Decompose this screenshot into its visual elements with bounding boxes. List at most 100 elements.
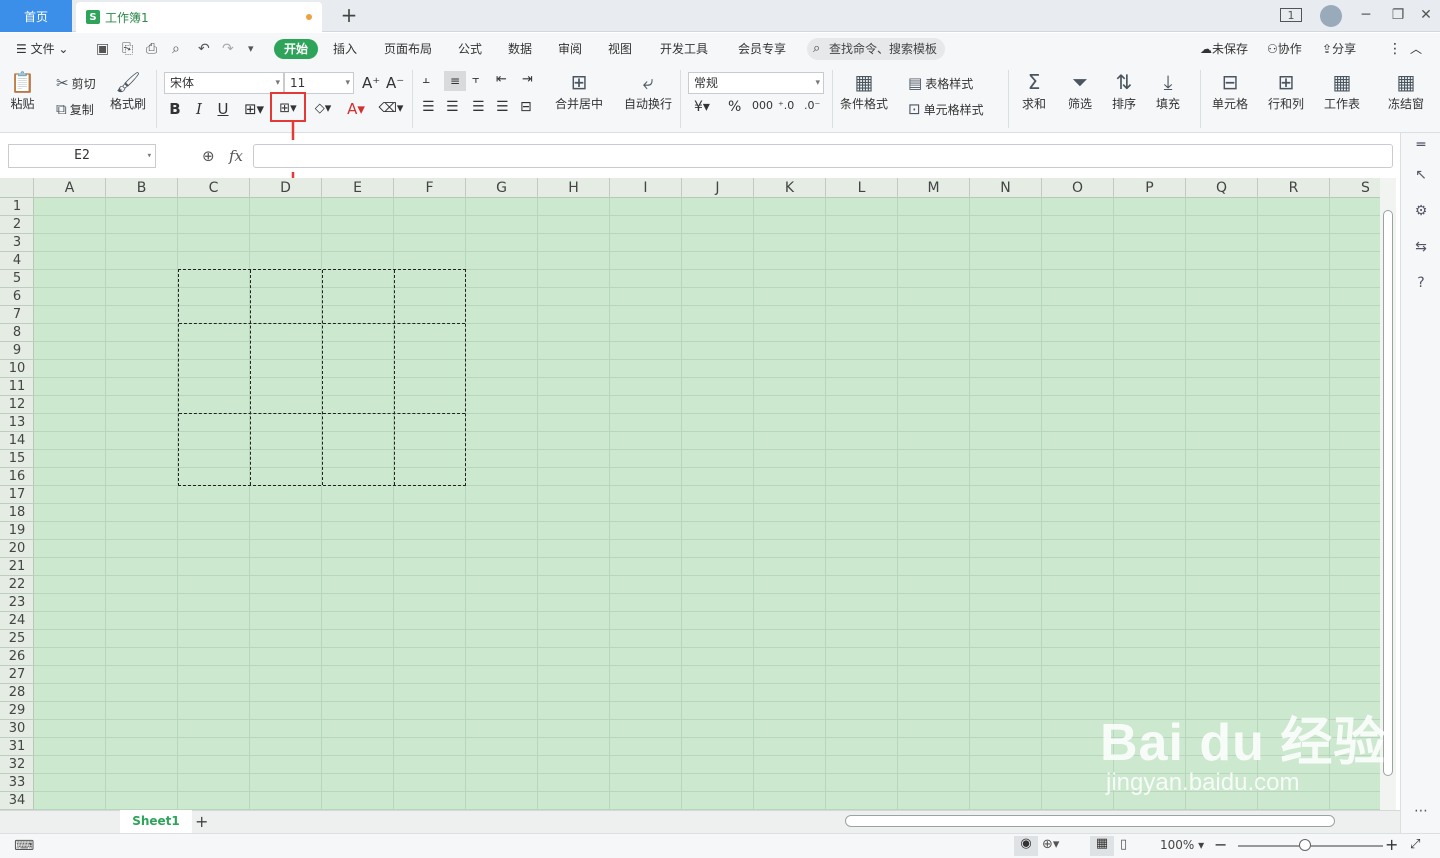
row-header[interactable]: 5: [0, 270, 34, 288]
decrease-indent-icon[interactable]: ⇤: [496, 72, 507, 87]
wrap-text-button[interactable]: ⤶ 自动换行: [624, 69, 672, 112]
column-header[interactable]: D: [250, 178, 322, 198]
clear-format-icon[interactable]: ⌫▾: [376, 98, 406, 120]
tab-insert[interactable]: 插入: [333, 39, 357, 59]
zoom-formula-icon[interactable]: ⊕: [202, 147, 215, 165]
row-header[interactable]: 30: [0, 720, 34, 738]
row-header[interactable]: 4: [0, 252, 34, 270]
column-header[interactable]: E: [322, 178, 394, 198]
print-preview-icon[interactable]: ⌕: [172, 39, 180, 59]
row-header[interactable]: 13: [0, 414, 34, 432]
justify-icon[interactable]: ☰: [496, 99, 509, 115]
row-header[interactable]: 15: [0, 450, 34, 468]
fill-button[interactable]: ⤓ 填充: [1156, 69, 1180, 112]
panel-toggle-icon[interactable]: ═: [1411, 137, 1431, 157]
column-header[interactable]: G: [466, 178, 538, 198]
column-header[interactable]: L: [826, 178, 898, 198]
minimize-icon[interactable]: ─: [1356, 4, 1376, 26]
column-header[interactable]: I: [610, 178, 682, 198]
row-header[interactable]: 12: [0, 396, 34, 414]
avatar[interactable]: [1320, 5, 1342, 27]
tab-review[interactable]: 审阅: [558, 39, 582, 59]
collapse-ribbon-icon[interactable]: ︿: [1410, 39, 1422, 59]
row-header[interactable]: 8: [0, 324, 34, 342]
sort-button[interactable]: ⇅ 排序: [1112, 69, 1136, 112]
tab-data[interactable]: 数据: [508, 39, 532, 59]
align-middle-icon[interactable]: ≡: [444, 71, 466, 91]
column-header[interactable]: Q: [1186, 178, 1258, 198]
font-name-select[interactable]: 宋体: [164, 72, 284, 94]
italic-icon[interactable]: I: [188, 98, 210, 120]
new-tab-button[interactable]: +: [338, 5, 360, 27]
zoom-level[interactable]: 100% ▾: [1160, 838, 1204, 852]
row-header[interactable]: 26: [0, 648, 34, 666]
redo-icon[interactable]: ↷: [222, 39, 234, 59]
more-icon[interactable]: ⋯: [1411, 803, 1431, 823]
share-button[interactable]: ⇪分享: [1322, 39, 1356, 59]
layout-icon[interactable]: ⊕▾: [1042, 837, 1059, 852]
zoom-out-icon[interactable]: −: [1214, 835, 1227, 854]
fullscreen-icon[interactable]: ⤢: [1410, 837, 1420, 852]
file-menu[interactable]: ☰ 文件 ⌄: [16, 39, 68, 59]
align-right-icon[interactable]: ☰: [472, 99, 485, 115]
row-col-button[interactable]: ⊞ 行和列: [1268, 69, 1304, 112]
zoom-in-icon[interactable]: +: [1385, 835, 1398, 854]
row-header[interactable]: 1: [0, 198, 34, 216]
align-top-icon[interactable]: ⫠: [422, 72, 430, 87]
row-header[interactable]: 16: [0, 468, 34, 486]
align-center-icon[interactable]: ☰: [446, 99, 459, 115]
conditional-format-button[interactable]: ▦ 条件格式: [840, 69, 888, 112]
column-header[interactable]: A: [34, 178, 106, 198]
formula-input[interactable]: [253, 144, 1393, 168]
bordered-table[interactable]: [178, 269, 466, 486]
column-header[interactable]: O: [1042, 178, 1114, 198]
row-header[interactable]: 2: [0, 216, 34, 234]
column-header[interactable]: B: [106, 178, 178, 198]
align-left-icon[interactable]: ☰: [422, 99, 435, 115]
sum-button[interactable]: Σ 求和: [1022, 69, 1046, 112]
tab-formula[interactable]: 公式: [458, 39, 482, 59]
tab-workbook[interactable]: S 工作簿1: [76, 2, 322, 32]
table-style-button[interactable]: ▤ 表格样式: [908, 74, 973, 92]
worksheet-button[interactable]: ▦ 工作表: [1324, 69, 1360, 112]
increase-indent-icon[interactable]: ⇥: [522, 72, 533, 87]
tab-home[interactable]: 首页: [0, 0, 72, 32]
copy-button[interactable]: ⧉ 复制: [56, 100, 94, 118]
eye-protection-icon[interactable]: ◉: [1014, 836, 1038, 856]
page-indicator[interactable]: 1: [1280, 8, 1302, 22]
more-options-icon[interactable]: ⋮: [1388, 39, 1402, 59]
save-icon[interactable]: ▣: [96, 39, 109, 59]
row-header[interactable]: 20: [0, 540, 34, 558]
row-header[interactable]: 24: [0, 612, 34, 630]
decrease-font-icon[interactable]: A⁻: [386, 74, 404, 92]
row-header[interactable]: 9: [0, 342, 34, 360]
add-sheet-button[interactable]: +: [195, 812, 208, 831]
vertical-scroll-thumb[interactable]: [1383, 210, 1393, 776]
row-header[interactable]: 11: [0, 378, 34, 396]
cell-style-button[interactable]: ⊡ 单元格样式: [908, 100, 984, 118]
distribute-icon[interactable]: ⊟: [520, 99, 532, 115]
row-header[interactable]: 21: [0, 558, 34, 576]
print-icon[interactable]: ⎙: [146, 39, 157, 59]
close-icon[interactable]: ✕: [1416, 4, 1436, 26]
increase-font-icon[interactable]: A⁺: [362, 74, 380, 92]
font-size-select[interactable]: 11: [284, 72, 354, 94]
column-header[interactable]: P: [1114, 178, 1186, 198]
row-header[interactable]: 22: [0, 576, 34, 594]
currency-icon[interactable]: ¥▾: [694, 99, 710, 115]
thousands-separator-icon[interactable]: 000: [752, 99, 773, 112]
merge-center-button[interactable]: ⊞ 合并居中: [555, 69, 603, 112]
horizontal-scrollbar[interactable]: [845, 815, 1335, 827]
fill-color-icon[interactable]: ◇▾: [308, 98, 338, 120]
column-header[interactable]: F: [394, 178, 466, 198]
tab-view[interactable]: 视图: [608, 39, 632, 59]
format-painter-button[interactable]: 🖌 格式刷: [110, 69, 146, 112]
filter-button[interactable]: ⏷ 筛选: [1068, 69, 1092, 112]
export-icon[interactable]: ⎘: [122, 39, 133, 59]
tab-member[interactable]: 会员专享: [738, 39, 786, 59]
tab-developer[interactable]: 开发工具: [660, 39, 708, 59]
sheet-tab[interactable]: Sheet1: [120, 810, 192, 833]
column-header[interactable]: N: [970, 178, 1042, 198]
tab-page-layout[interactable]: 页面布局: [384, 39, 432, 59]
increase-decimal-icon[interactable]: ⁺.0: [778, 99, 794, 112]
